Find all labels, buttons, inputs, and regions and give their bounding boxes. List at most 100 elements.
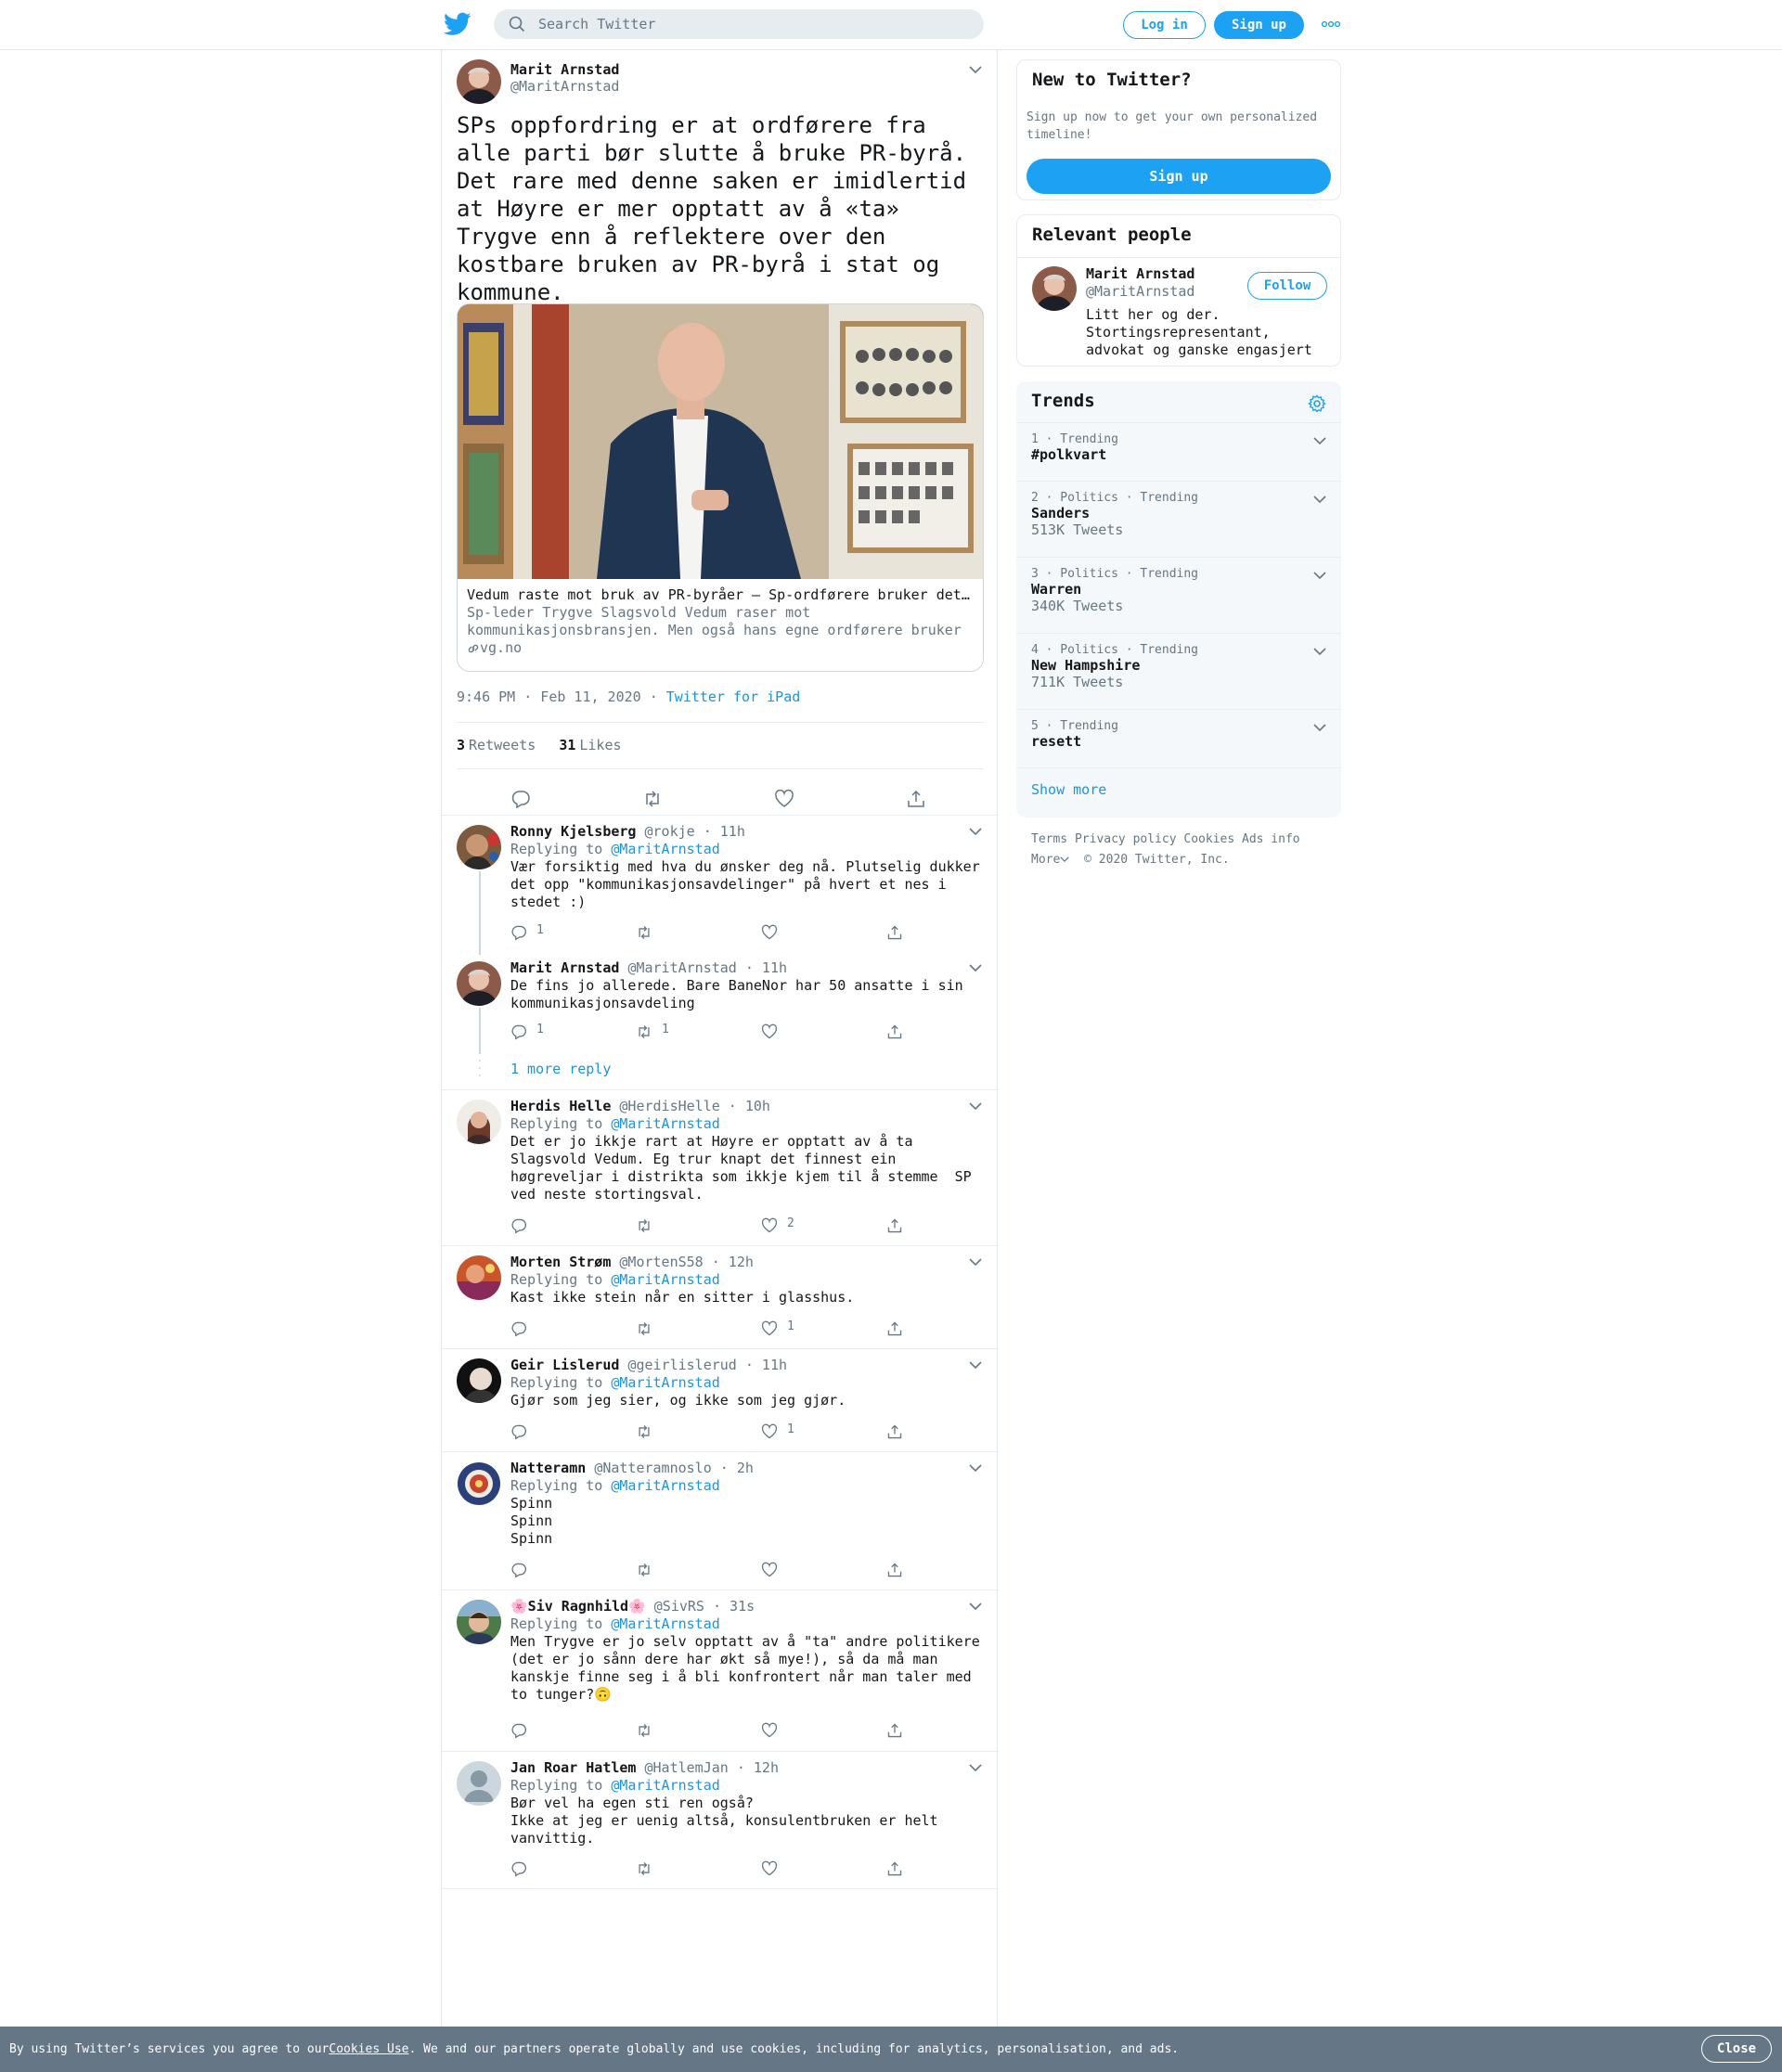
reply-meta[interactable]: @MortenS58 · 12h <box>619 1254 754 1270</box>
retweets-stat[interactable]: 3 Retweets <box>457 737 536 753</box>
retweet-icon[interactable] <box>636 1423 652 1440</box>
avatar[interactable] <box>457 1600 501 1644</box>
retweet-icon[interactable] <box>636 1722 652 1739</box>
chevron-down-icon[interactable] <box>1313 723 1326 732</box>
reply-author-name[interactable]: Geir Lislerud <box>510 1357 619 1373</box>
like-icon[interactable] <box>761 1562 778 1578</box>
retweet-icon[interactable] <box>636 1860 652 1877</box>
reply-icon[interactable] <box>510 1562 527 1578</box>
trend-item[interactable]: 4 · Politics · Trending New Hampshire 71… <box>1016 633 1341 709</box>
like-icon[interactable] <box>761 924 778 941</box>
avatar[interactable] <box>457 1100 501 1144</box>
reply-author-name[interactable]: Herdis Helle <box>510 1098 611 1114</box>
share-icon[interactable] <box>886 1562 903 1578</box>
retweet-icon[interactable] <box>636 1320 652 1337</box>
avatar[interactable] <box>457 1761 501 1806</box>
retweet-icon[interactable] <box>636 1023 652 1040</box>
like-icon[interactable] <box>761 1023 778 1040</box>
avatar[interactable] <box>457 825 501 869</box>
reply-meta[interactable]: @SivRS · 31s <box>654 1598 755 1615</box>
retweet-icon[interactable] <box>642 789 663 809</box>
reply-tweet[interactable]: Morten Strøm @MortenS58 · 12h Replying t… <box>442 1245 999 1348</box>
trend-item[interactable]: 5 · Trending resett <box>1016 709 1341 767</box>
signup-button[interactable]: Sign up <box>1214 11 1304 39</box>
reply-tweet[interactable]: Ronny Kjelsberg @rokje · 11h Replying to… <box>442 815 999 955</box>
replying-to-handle[interactable]: @MaritArnstad <box>611 1271 719 1288</box>
avatar[interactable] <box>457 1255 501 1300</box>
cookie-use-link[interactable]: Cookies Use <box>329 2042 408 2056</box>
avatar[interactable] <box>457 1358 501 1403</box>
reply-icon[interactable] <box>510 1023 527 1040</box>
link-card[interactable]: Vedum raste mot bruk av PR-byråer – Sp-o… <box>457 303 984 672</box>
like-icon[interactable] <box>774 789 794 809</box>
reply-author-name[interactable]: Morten Strøm <box>510 1254 611 1270</box>
chevron-down-icon[interactable] <box>1313 436 1326 445</box>
chevron-down-icon[interactable] <box>1313 495 1326 504</box>
chevron-down-icon[interactable] <box>969 1602 982 1611</box>
cookie-close-button[interactable]: Close <box>1701 2035 1772 2063</box>
reply-author-name[interactable]: Ronny Kjelsberg <box>510 823 636 840</box>
person-name[interactable]: Marit Arnstad <box>1086 265 1194 283</box>
more-options-icon[interactable] <box>1322 19 1340 29</box>
show-more-link[interactable]: Show more <box>1031 781 1106 798</box>
footer-link-ads-info[interactable]: Ads info <box>1242 832 1300 846</box>
reply-icon[interactable] <box>510 924 527 941</box>
chevron-down-icon[interactable] <box>969 1763 982 1772</box>
reply-icon[interactable] <box>510 1423 527 1440</box>
reply-tweet[interactable]: Geir Lislerud @geirlislerud · 11h Replyi… <box>442 1348 999 1451</box>
like-icon[interactable] <box>761 1423 778 1440</box>
share-icon[interactable] <box>886 1860 903 1877</box>
avatar[interactable] <box>457 1461 501 1506</box>
tweet-timestamp[interactable]: 9:46 PM · Feb 11, 2020 <box>457 689 641 705</box>
reply-tweet[interactable]: 🌸Siv Ragnhild🌸 @SivRS · 31s Replying to … <box>442 1589 999 1751</box>
replying-to-handle[interactable]: @MaritArnstad <box>611 1115 719 1132</box>
replying-to-handle[interactable]: @MaritArnstad <box>611 1374 719 1391</box>
tweet-author-handle[interactable]: @MaritArnstad <box>510 78 619 95</box>
reply-icon[interactable] <box>510 789 531 809</box>
settings-gear-icon[interactable] <box>1308 394 1326 413</box>
reply-author-name[interactable]: Marit Arnstad <box>510 959 619 976</box>
reply-meta[interactable]: @rokje · 11h <box>645 823 745 840</box>
reply-meta[interactable]: @HerdisHelle · 10h <box>619 1098 770 1114</box>
reply-tweet[interactable]: Herdis Helle @HerdisHelle · 10h Replying… <box>442 1089 999 1245</box>
avatar[interactable] <box>1032 266 1077 311</box>
share-icon[interactable] <box>886 1423 903 1440</box>
reply-icon[interactable] <box>510 1860 527 1877</box>
follow-button[interactable]: Follow <box>1247 272 1327 300</box>
replying-to-handle[interactable]: @MaritArnstad <box>611 1477 719 1494</box>
retweet-icon[interactable] <box>636 1217 652 1234</box>
footer-link-cookies[interactable]: Cookies <box>1183 832 1234 846</box>
share-icon[interactable] <box>886 1320 903 1337</box>
chevron-down-icon[interactable] <box>1313 571 1326 580</box>
reply-tweet[interactable]: Marit Arnstad @MaritArnstad · 11h De fin… <box>442 952 999 1089</box>
reply-icon[interactable] <box>510 1320 527 1337</box>
trend-item[interactable]: 1 · Trending #polkvart <box>1016 422 1341 481</box>
reply-meta[interactable]: @Natteramnoslo · 2h <box>594 1460 754 1476</box>
like-icon[interactable] <box>761 1722 778 1739</box>
tweet-source[interactable]: Twitter for iPad <box>666 689 801 705</box>
search-box[interactable]: Search Twitter <box>494 9 984 39</box>
footer-more[interactable]: More <box>1031 853 1070 867</box>
reply-icon[interactable] <box>510 1217 527 1234</box>
tweet-author[interactable]: Marit Arnstad @MaritArnstad <box>457 59 619 104</box>
share-icon[interactable] <box>886 1023 903 1040</box>
reply-meta[interactable]: @geirlislerud · 11h <box>627 1357 787 1373</box>
chevron-down-icon[interactable] <box>969 963 982 972</box>
chevron-down-icon[interactable] <box>969 65 982 74</box>
reply-meta[interactable]: @HatlemJan · 12h <box>645 1759 780 1776</box>
share-icon[interactable] <box>886 1217 903 1234</box>
replying-to-handle[interactable]: @MaritArnstad <box>611 841 719 857</box>
more-replies-link[interactable]: 1 more reply <box>510 1061 611 1077</box>
chevron-down-icon[interactable] <box>969 827 982 836</box>
retweet-icon[interactable] <box>636 1562 652 1578</box>
twitter-logo-icon[interactable] <box>444 12 471 36</box>
avatar[interactable] <box>457 59 501 104</box>
reply-meta[interactable]: @MaritArnstad · 11h <box>627 959 787 976</box>
likes-stat[interactable]: 31 Likes <box>559 737 621 753</box>
share-icon[interactable] <box>906 789 926 809</box>
person-handle[interactable]: @MaritArnstad <box>1086 283 1194 301</box>
reply-tweet[interactable]: Jan Roar Hatlem @HatlemJan · 12h Replyin… <box>442 1751 999 1889</box>
like-icon[interactable] <box>761 1217 778 1234</box>
replying-to-handle[interactable]: @MaritArnstad <box>611 1615 719 1632</box>
reply-author-name[interactable]: 🌸Siv Ragnhild🌸 <box>510 1598 646 1615</box>
